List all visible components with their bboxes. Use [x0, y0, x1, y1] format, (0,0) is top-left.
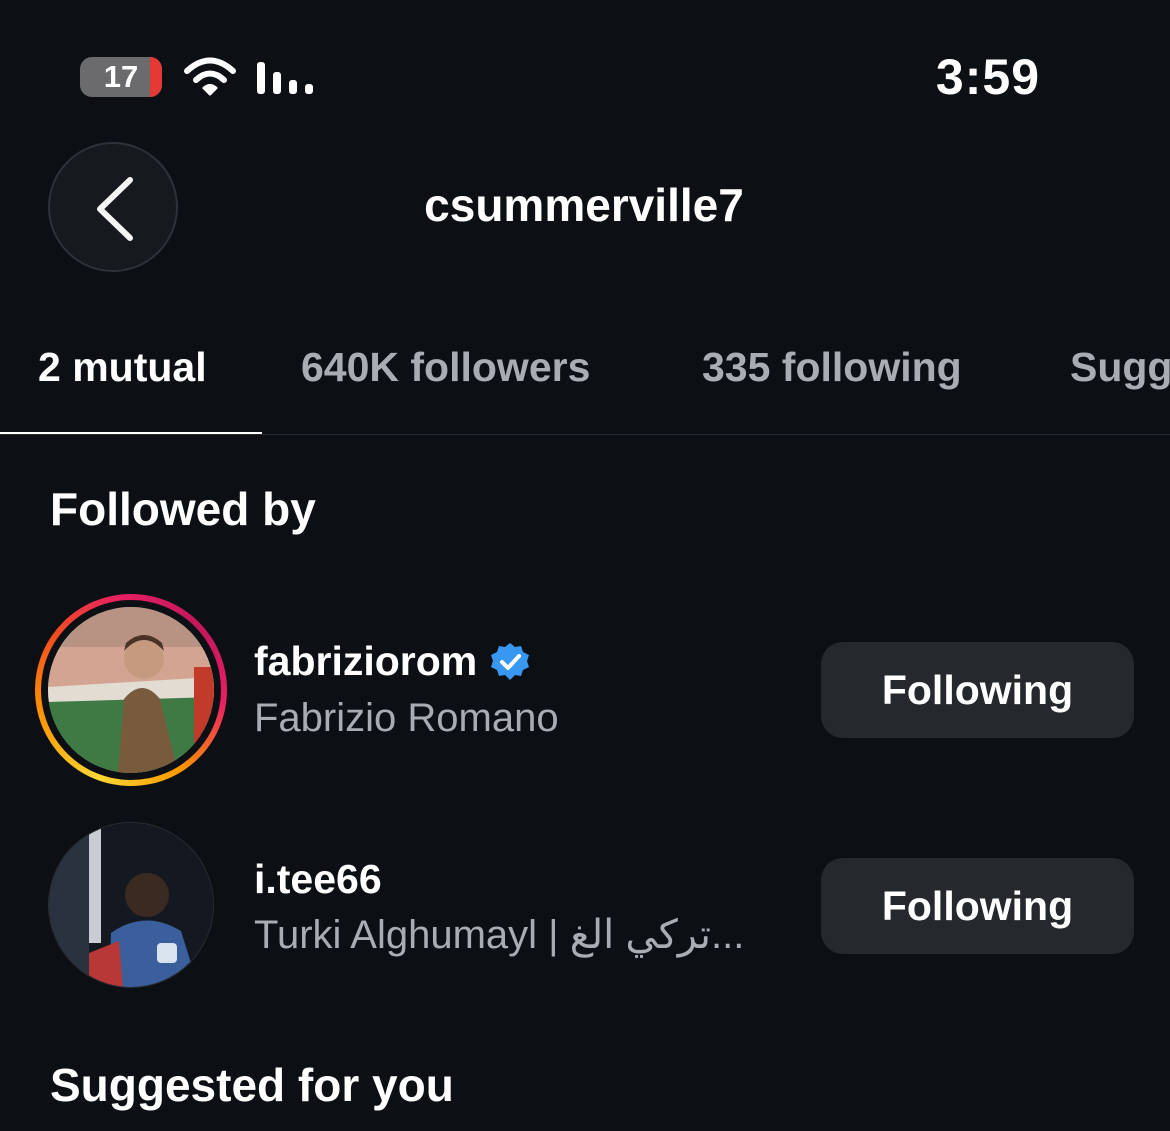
tab-suggested[interactable]: Sugg	[1070, 344, 1170, 391]
username-line: fabriziorom	[254, 638, 531, 685]
tab-followers[interactable]: 640K followers	[301, 344, 590, 391]
full-name: Fabrizio Romano	[254, 696, 559, 740]
username[interactable]: fabriziorom	[254, 638, 477, 685]
story-ring[interactable]	[35, 594, 227, 786]
followed-by-heading: Followed by	[50, 483, 316, 535]
following-button[interactable]: Following	[821, 642, 1134, 738]
battery-level: 17	[103, 59, 139, 94]
avatar[interactable]	[48, 822, 214, 988]
page-title: csummerville7	[424, 179, 744, 231]
status-time: 3:59	[935, 49, 1040, 105]
user-row[interactable]: i.tee66 Turki Alghumayl | تركي الغ... Fo…	[0, 812, 1170, 1012]
following-button[interactable]: Following	[821, 858, 1134, 954]
user-row[interactable]: fabriziorom Fabrizio Romano Following	[0, 590, 1170, 790]
suggested-heading: Suggested for you	[50, 1059, 454, 1111]
tab-bar: 2 mutual 640K followers 335 following Su…	[0, 330, 1170, 435]
username-line: i.tee66	[254, 856, 382, 903]
full-name: Turki Alghumayl | تركي الغ...	[254, 913, 745, 957]
username[interactable]: i.tee66	[254, 856, 382, 903]
avatar[interactable]	[48, 607, 214, 773]
status-bar: 17 3:59	[0, 0, 1170, 150]
tab-following[interactable]: 335 following	[702, 344, 962, 391]
active-tab-indicator	[0, 432, 262, 434]
verified-badge-icon	[491, 642, 530, 680]
signal-icon	[257, 62, 313, 94]
wifi-icon	[184, 57, 236, 96]
screen: 17 3:59 csummerville7 2 mutual 640K foll…	[0, 0, 1170, 1131]
tab-mutual[interactable]: 2 mutual	[38, 344, 207, 391]
